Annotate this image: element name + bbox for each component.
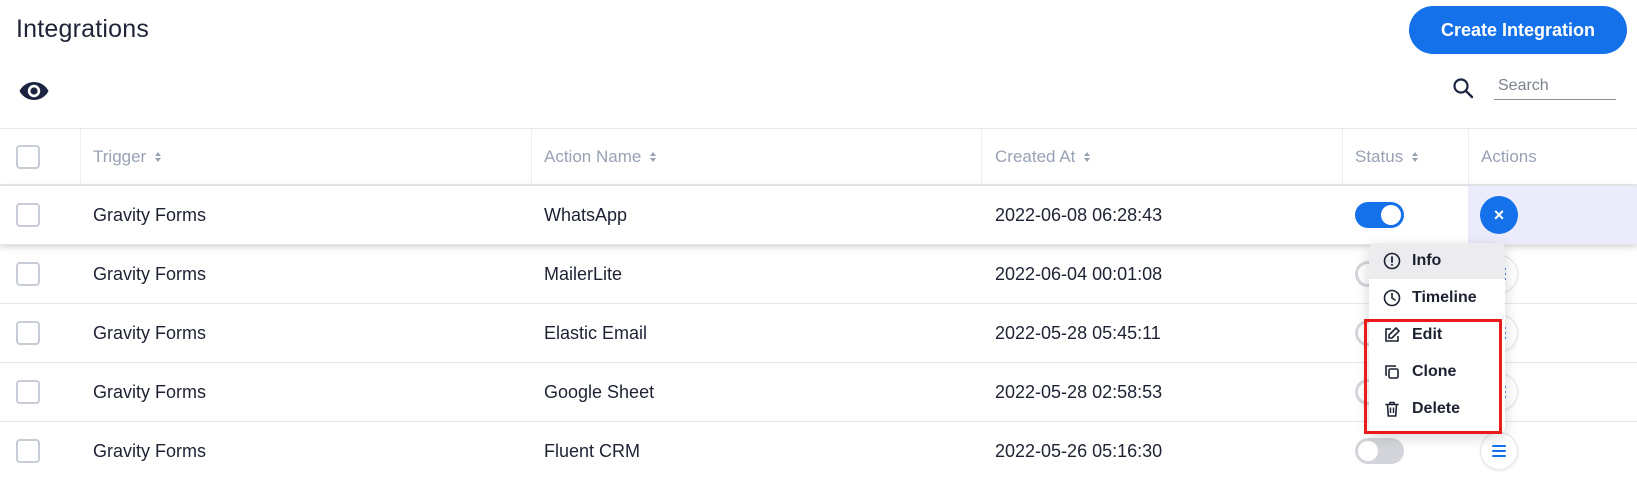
cell-action-name: WhatsApp [544,204,628,225]
cell-action-name: Elastic Email [544,322,648,343]
row-checkbox[interactable] [16,380,40,404]
page-title: Integrations [16,15,150,43]
cell-trigger: Gravity Forms [93,322,207,343]
actions-dropdown-menu: Info Timeline Edit Clone Delete [1369,243,1505,433]
cell-trigger: Gravity Forms [93,263,207,284]
status-toggle[interactable] [1355,438,1404,464]
column-divider [80,129,81,185]
sort-icon [650,152,657,162]
table-row: Gravity Forms WhatsApp 2022-06-08 06:28:… [0,186,1637,245]
column-divider [1468,129,1469,185]
search-icon[interactable] [1452,77,1474,99]
column-header-actions: Actions [1481,129,1537,185]
cell-created-at: 2022-05-28 02:58:53 [995,381,1163,402]
trash-icon [1385,401,1399,417]
menu-icon [1492,445,1506,457]
edit-icon [1385,326,1400,342]
row-actions-button[interactable] [1480,432,1518,470]
cell-created-at: 2022-05-26 05:16:30 [995,440,1163,461]
clock-icon [1383,289,1401,306]
menu-item-clone[interactable]: Clone [1369,353,1505,390]
cell-trigger: Gravity Forms [93,381,207,402]
sort-icon [155,152,162,162]
table-header: Trigger Action Name Created At Status Ac… [0,128,1637,186]
column-header-action-name[interactable]: Action Name [544,129,657,185]
create-integration-button[interactable]: Create Integration [1409,6,1627,54]
menu-item-edit[interactable]: Edit [1369,316,1505,353]
copy-icon [1385,364,1399,379]
close-icon: × [1493,204,1505,225]
status-toggle[interactable] [1355,202,1404,228]
column-divider [531,129,532,185]
cell-action-name: Google Sheet [544,381,655,402]
sort-icon [1412,152,1419,162]
column-divider [1342,129,1343,185]
menu-item-label: Delete [1412,399,1461,417]
cell-created-at: 2022-06-04 00:01:08 [995,263,1163,284]
search-input[interactable] [1494,72,1616,100]
cell-created-at: 2022-05-28 05:45:11 [995,322,1161,343]
row-checkbox[interactable] [16,321,40,345]
column-header-trigger[interactable]: Trigger [93,129,162,185]
eye-icon[interactable] [18,79,50,103]
menu-item-timeline[interactable]: Timeline [1369,279,1505,316]
row-checkbox[interactable] [16,203,40,227]
cell-trigger: Gravity Forms [93,440,207,461]
column-label: Actions [1481,147,1537,166]
row-checkbox[interactable] [16,262,40,286]
column-label: Trigger [93,147,147,166]
cell-trigger: Gravity Forms [93,204,207,225]
column-header-created-at[interactable]: Created At [995,129,1091,185]
row-checkbox[interactable] [16,439,40,463]
menu-item-delete[interactable]: Delete [1369,390,1505,427]
menu-item-label: Clone [1412,362,1457,380]
cell-action-name: MailerLite [544,263,623,284]
toggle-knob [1381,205,1401,225]
close-menu-button[interactable]: × [1480,196,1518,234]
column-header-status[interactable]: Status [1355,129,1419,185]
menu-item-label: Timeline [1412,288,1477,306]
menu-item-label: Info [1412,252,1442,269]
toggle-knob [1358,441,1378,461]
cell-created-at: 2022-06-08 06:28:43 [995,204,1163,225]
column-label: Status [1355,147,1404,166]
column-label: Action Name [544,147,642,166]
menu-item-label: Edit [1412,325,1443,343]
cell-action-name: Fluent CRM [544,440,641,461]
menu-item-info[interactable]: Info [1369,243,1505,279]
select-all-checkbox[interactable] [16,145,40,169]
info-icon [1383,252,1401,270]
sort-icon [1084,152,1091,162]
column-label: Created At [995,147,1076,166]
column-divider [981,129,982,185]
